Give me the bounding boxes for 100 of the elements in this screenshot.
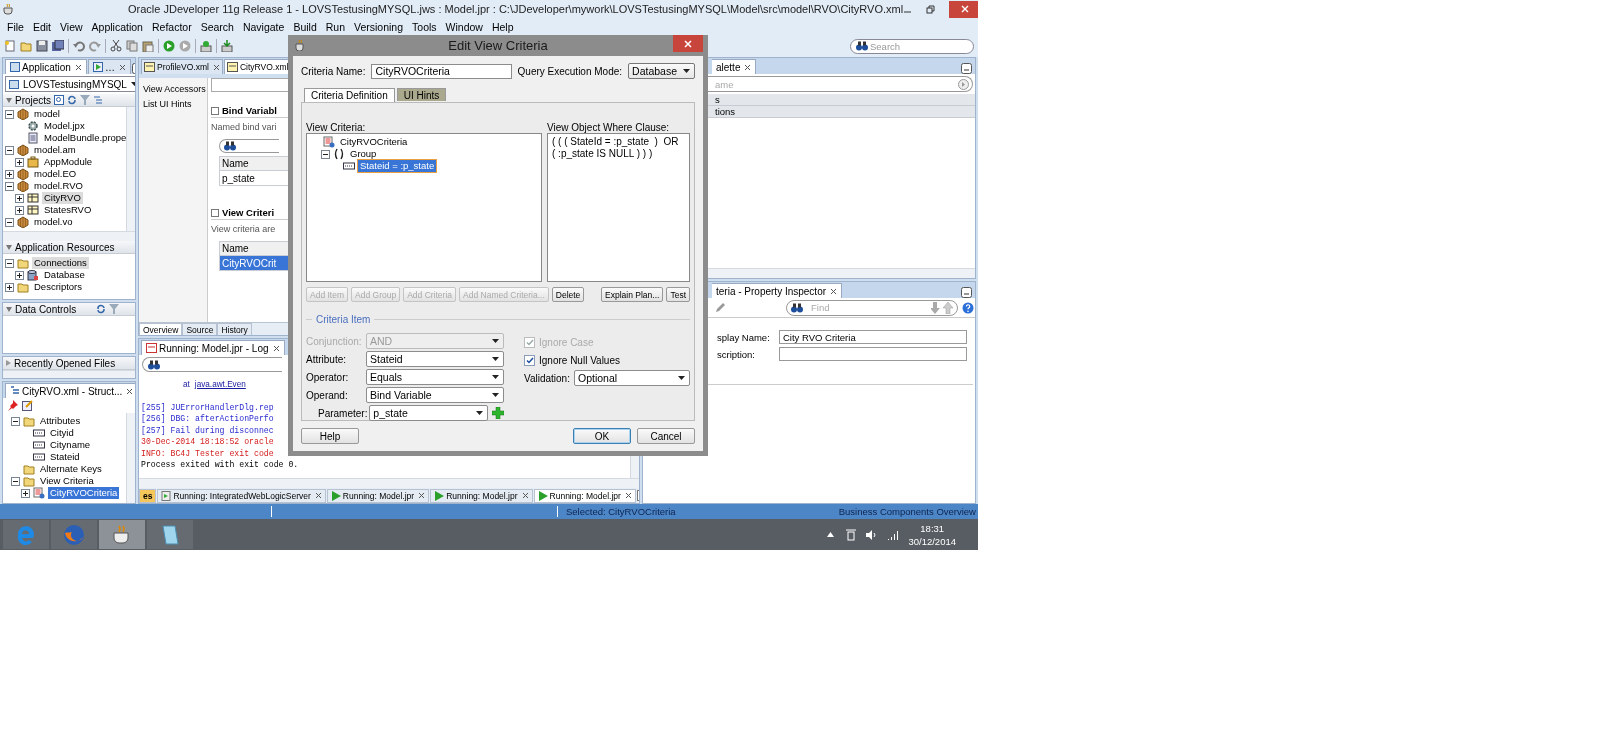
tree-item[interactable]: Stateid = :p_state	[358, 160, 437, 172]
minimize-icon[interactable]	[961, 287, 972, 298]
plan-button[interactable]: Explain Plan...	[601, 287, 664, 302]
execution-mode-dropdown[interactable]: Database	[628, 63, 695, 79]
tree-item[interactable]: StatesRVO	[42, 204, 94, 216]
search-icon[interactable]	[54, 95, 65, 105]
close-button[interactable]	[673, 35, 703, 52]
plan-button[interactable]: Test	[666, 287, 690, 302]
copy-icon[interactable]	[126, 40, 138, 52]
tab[interactable]: Running: Model.jpr	[430, 488, 533, 503]
dialog-button[interactable]: OK	[573, 428, 631, 444]
checkbox[interactable]	[524, 354, 535, 366]
collapse-toggle[interactable]	[211, 208, 219, 217]
tree-item[interactable]: CityRVOCriteria	[338, 136, 410, 148]
tree-item[interactable]: Descriptors	[32, 281, 85, 293]
tab[interactable]: Running: IntegratedWebLogicServer	[157, 488, 326, 503]
sync-icon[interactable]	[67, 95, 78, 105]
restore-icon[interactable]	[926, 4, 936, 14]
tree-item[interactable]: AppModule	[42, 156, 95, 168]
tab[interactable]: alette	[712, 59, 757, 74]
help-icon[interactable]	[962, 301, 974, 314]
tree-item[interactable]: Cityname	[48, 439, 93, 451]
expand-toggle[interactable]	[11, 476, 20, 486]
close-icon[interactable]	[418, 492, 426, 499]
collapse-toggle[interactable]	[211, 106, 219, 115]
tree-item[interactable]: model.vo	[32, 216, 75, 228]
minimize-icon[interactable]	[961, 63, 972, 74]
tree-item[interactable]: Alternate Keys	[38, 463, 104, 475]
tab[interactable]: ProfileVO.xml	[141, 59, 223, 74]
tree-item[interactable]: Model.jpx	[42, 120, 87, 132]
expand-toggle[interactable]	[15, 205, 24, 215]
menu-item[interactable]: Refactor	[148, 20, 198, 33]
tree-action-button[interactable]: Delete	[551, 287, 585, 302]
disks-icon[interactable]	[52, 40, 64, 52]
menu-item[interactable]: Run	[322, 20, 351, 33]
expand-toggle[interactable]	[5, 282, 14, 292]
menu-item[interactable]: Search	[197, 20, 240, 33]
stack-link[interactable]: java.awt.Even	[194, 379, 246, 391]
taskbar-app[interactable]	[147, 520, 193, 549]
menu-item[interactable]: Build	[290, 20, 323, 33]
expand-toggle[interactable]	[15, 157, 24, 167]
text-field[interactable]: City RVO Criteria	[779, 330, 967, 344]
scrollbar[interactable]	[3, 370, 135, 378]
menu-item[interactable]: View	[57, 20, 89, 33]
palette-section[interactable]: s	[715, 94, 720, 105]
dropdown[interactable]: Stateid	[366, 351, 504, 367]
scrollbar[interactable]	[126, 107, 135, 231]
close-icon[interactable]	[272, 344, 280, 352]
tree-item[interactable]: CityRVO	[42, 192, 83, 204]
tree-item[interactable]: CityRVOCriteria	[48, 487, 120, 499]
close-button[interactable]	[949, 0, 978, 18]
tab[interactable]: es	[139, 488, 157, 503]
tab[interactable]: teria - Property Inspector	[712, 283, 843, 298]
tree-item[interactable]: model	[32, 108, 62, 120]
tab[interactable]: CityRVO.xml - Struct...	[5, 383, 135, 398]
close-icon[interactable]	[212, 63, 220, 71]
tab[interactable]: Application	[5, 59, 87, 74]
parameter-dropdown[interactable]: p_state	[369, 405, 488, 421]
plus-icon[interactable]	[492, 407, 504, 419]
application-dropdown[interactable]: LOVSTestusingMYSQL	[5, 76, 135, 92]
expand-toggle[interactable]	[321, 149, 330, 159]
network-icon[interactable]	[846, 528, 857, 541]
menu-item[interactable]: Edit	[29, 20, 57, 33]
expand-toggle[interactable]	[5, 109, 14, 119]
tree-item[interactable]: Stateid	[48, 451, 82, 463]
pencil-icon[interactable]	[715, 302, 726, 313]
tab[interactable]: Overview	[139, 323, 183, 335]
tree-item[interactable]: View Criteria	[38, 475, 96, 487]
sync-icon[interactable]	[96, 304, 106, 314]
close-icon[interactable]	[74, 63, 82, 71]
text-field[interactable]	[779, 347, 967, 361]
expand-toggle[interactable]	[15, 193, 24, 203]
dialog-button[interactable]: Help	[301, 428, 359, 444]
tree-item[interactable]: Cityid	[48, 427, 76, 439]
dialog-button[interactable]: Cancel	[637, 428, 695, 444]
menu-item[interactable]: Application	[88, 20, 149, 33]
tree-item[interactable]: model.RVO	[32, 180, 85, 192]
expand-toggle[interactable]	[11, 416, 20, 426]
expand-toggle[interactable]	[5, 169, 14, 179]
speaker-icon[interactable]	[866, 529, 878, 540]
close-icon[interactable]	[126, 387, 134, 395]
menu-item[interactable]: Navigate	[239, 20, 291, 33]
tree-item[interactable]: model.am	[32, 144, 78, 156]
deploy-icon[interactable]	[221, 40, 233, 52]
palette-section[interactable]: tions	[715, 106, 736, 117]
undo-icon[interactable]	[73, 40, 85, 52]
menu-item[interactable]: Tools	[409, 20, 443, 33]
expand-toggle[interactable]	[21, 488, 30, 498]
taskbar-app[interactable]	[99, 520, 145, 549]
tree-item[interactable]: ModelBundle.prope	[42, 132, 126, 144]
menu-item[interactable]: Window	[442, 20, 489, 33]
tree-item[interactable]: Database	[42, 269, 87, 281]
expand-toggle[interactable]	[5, 217, 14, 227]
scrollbar[interactable]	[139, 478, 639, 488]
tree-item[interactable]: model.EO	[32, 168, 79, 180]
collapse-icon[interactable]	[6, 97, 12, 103]
expand-toggle[interactable]	[5, 181, 14, 191]
pin-icon[interactable]	[7, 400, 18, 411]
tab[interactable]: Running: Model.jpr	[533, 488, 636, 503]
tab[interactable]: History	[217, 323, 252, 335]
